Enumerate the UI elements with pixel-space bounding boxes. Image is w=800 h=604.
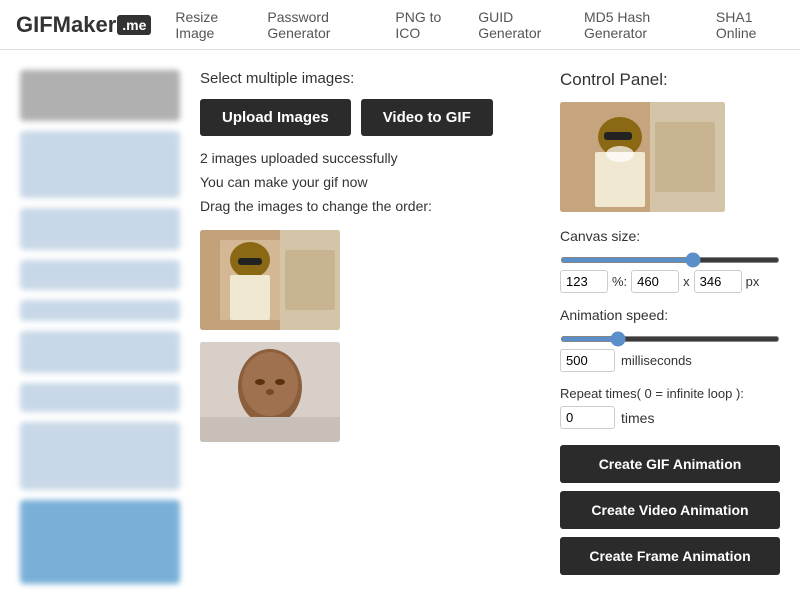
create-gif-button[interactable]: Create GIF Animation (560, 445, 780, 483)
sidebar-ad-5 (20, 331, 180, 373)
sidebar-ad-7 (20, 422, 180, 489)
nav-item-png-to-ico[interactable]: PNG to ICO (395, 9, 458, 41)
image-thumb-2[interactable] (200, 342, 340, 442)
sidebar-ad-2 (20, 208, 180, 250)
speed-value-row: milliseconds (560, 349, 780, 372)
create-frame-button[interactable]: Create Frame Animation (560, 537, 780, 575)
sidebar-ad-3 (20, 260, 180, 290)
nav-item-sha1-online[interactable]: SHA1 Online (716, 9, 784, 41)
animation-speed-input[interactable] (560, 349, 615, 372)
nav-item-guid-generator[interactable]: GUID Generator (478, 9, 564, 41)
logo-gif-text: GIFMaker (16, 12, 116, 38)
animation-speed-label: Animation speed: (560, 307, 780, 323)
canvas-size-label: Canvas size: (560, 228, 780, 244)
action-buttons: Create GIF Animation Create Video Animat… (560, 445, 780, 575)
sidebar-ad-1 (20, 131, 180, 198)
canvas-pct-symbol: %: (612, 274, 627, 289)
canvas-height-input[interactable] (694, 270, 742, 293)
repeat-times-input[interactable] (560, 406, 615, 429)
upload-images-button[interactable]: Upload Images (200, 99, 351, 136)
upload-status: 2 images uploaded successfully (200, 150, 540, 166)
main-layout: Select multiple images: Upload Images Vi… (0, 50, 800, 604)
repeat-section: Repeat times( 0 = infinite loop ): times (560, 386, 780, 429)
repeat-row: times (560, 406, 780, 429)
canvas-px-label: px (746, 274, 760, 289)
speed-unit-label: milliseconds (621, 353, 692, 368)
animation-speed-slider[interactable] (560, 336, 780, 342)
canvas-width-input[interactable] (631, 270, 679, 293)
create-video-button[interactable]: Create Video Animation (560, 491, 780, 529)
nav-item-resize-image[interactable]: Resize Image (175, 9, 247, 41)
video-to-gif-button[interactable]: Video to GIF (361, 99, 493, 136)
button-row: Upload Images Video to GIF (200, 99, 540, 136)
sidebar-ad-4 (20, 300, 180, 321)
sidebar-ad-top (20, 70, 180, 121)
control-panel-title: Control Panel: (560, 70, 780, 90)
make-gif-text: You can make your gif now (200, 174, 540, 190)
content-area: Select multiple images: Upload Images Vi… (200, 70, 540, 584)
image-thumb-1[interactable] (200, 230, 340, 330)
speed-slider-container (560, 329, 780, 345)
canvas-size-row: %: x px (560, 270, 780, 293)
drag-order-text: Drag the images to change the order: (200, 198, 540, 214)
sidebar-ad-6 (20, 383, 180, 413)
main-nav: Resize Image Password Generator PNG to ICO… (175, 9, 784, 41)
logo-badge: .me (117, 15, 151, 35)
logo[interactable]: GIFMaker .me (16, 12, 151, 38)
preview-thumbnail (560, 102, 725, 212)
canvas-pct-input[interactable] (560, 270, 608, 293)
control-panel: Control Panel: Canvas size: %: (560, 70, 780, 584)
canvas-size-slider[interactable] (560, 257, 780, 263)
nav-item-password-generator[interactable]: Password Generator (267, 9, 375, 41)
sidebar (20, 70, 180, 584)
header: GIFMaker .me Resize Image Password Genera… (0, 0, 800, 50)
repeat-unit-label: times (621, 410, 654, 426)
sidebar-ad-blue (20, 500, 180, 584)
repeat-times-label: Repeat times( 0 = infinite loop ): (560, 386, 780, 401)
image-list (200, 230, 540, 442)
canvas-x-symbol: x (683, 274, 690, 289)
select-images-label: Select multiple images: (200, 70, 540, 87)
nav-item-md5-hash-generator[interactable]: MD5 Hash Generator (584, 9, 696, 41)
canvas-slider-container (560, 250, 780, 266)
